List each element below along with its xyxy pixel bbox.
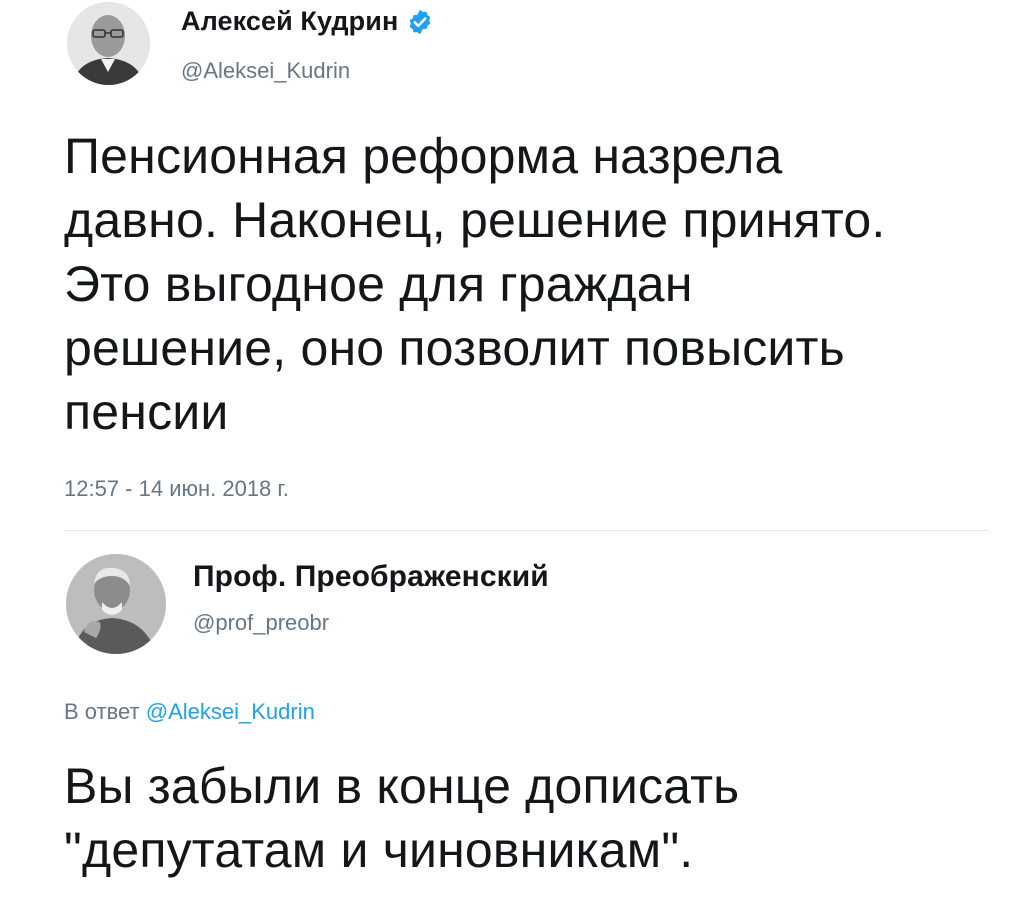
reply-context: В ответ @Aleksei_Kudrin [64, 699, 315, 725]
tweet-text-line: пенсии [64, 384, 229, 440]
tweet-timestamp[interactable]: 12:57 - 14 июн. 2018 г. [64, 476, 289, 502]
author-display-name[interactable]: Алексей Кудрин [181, 6, 398, 37]
verified-badge-icon [406, 8, 434, 36]
author-handle[interactable]: @Aleksei_Kudrin [181, 58, 350, 84]
tweet-text-line: "депутатам и чиновникам". [64, 822, 694, 878]
author-name-row: Проф. Преображенский [193, 560, 549, 594]
author-name-row: Алексей Кудрин [181, 6, 434, 37]
tweet-original: Алексей Кудрин @Aleksei_Kudrin Пенсионна… [0, 0, 1024, 531]
author-avatar[interactable] [66, 554, 166, 654]
tweet-text-line: Это выгодное для граждан [64, 256, 693, 312]
tweet-text: Пенсионная реформа назрела давно. Наконе… [64, 124, 1004, 444]
avatar-photo-icon [67, 2, 150, 85]
author-display-name[interactable]: Проф. Преображенский [193, 560, 549, 594]
author-handle[interactable]: @prof_preobr [193, 610, 329, 636]
tweet-text-line: давно. Наконец, решение принято. [64, 192, 886, 248]
tweet-reply: Проф. Преображенский @prof_preobr В отве… [0, 540, 1024, 911]
author-avatar[interactable] [67, 2, 150, 85]
reply-prefix: В ответ [64, 699, 140, 724]
reply-mention-link[interactable]: @Aleksei_Kudrin [146, 699, 315, 724]
tweet-text-line: решение, оно позволит повысить [64, 320, 845, 376]
tweet-text-line: Пенсионная реформа назрела [64, 128, 783, 184]
tweet-text-line: Вы забыли в конце дописать [64, 758, 740, 814]
tweet-divider [64, 530, 988, 531]
avatar-photo-icon [66, 554, 166, 654]
tweet-text: Вы забыли в конце дописать "депутатам и … [64, 754, 1004, 882]
